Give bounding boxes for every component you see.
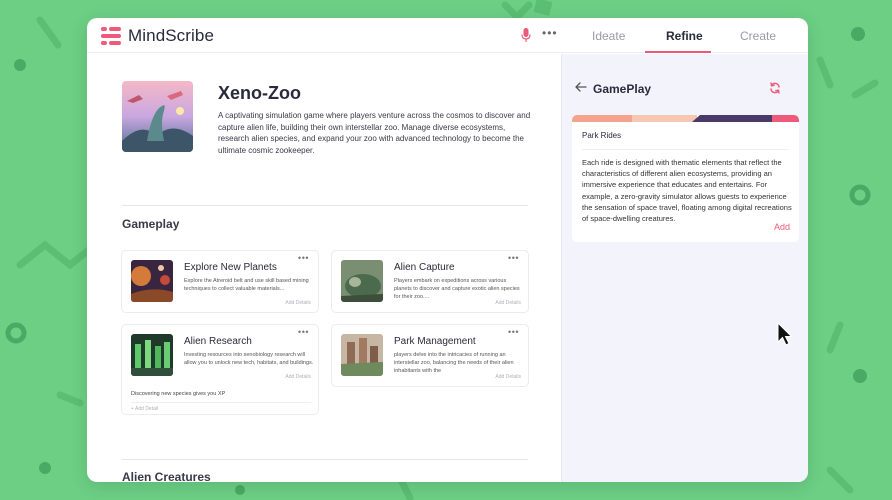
card-color-stripe xyxy=(572,115,799,122)
more-icon[interactable]: ••• xyxy=(542,26,558,40)
card-text: players delve into the intricacies of ru… xyxy=(394,352,514,374)
add-button[interactable]: Add xyxy=(774,222,790,232)
main-content: Xeno-Zoo A captivating simulation game w… xyxy=(87,54,561,482)
card-text: Investing resources into xenobiology res… xyxy=(184,352,314,366)
microphone-icon[interactable] xyxy=(521,28,531,43)
gameplay-card[interactable]: Explore New Planets Explore the Atreroid… xyxy=(121,250,319,313)
add-details-link[interactable]: Add Details xyxy=(285,300,311,306)
tab-create[interactable]: Create xyxy=(740,29,776,43)
section-divider xyxy=(122,205,528,206)
detail-divider xyxy=(131,402,311,403)
card-text: Explore the Atreroid belt and use skill … xyxy=(184,278,309,292)
active-tab-indicator xyxy=(645,51,711,53)
card-image xyxy=(341,334,383,376)
detail-divider xyxy=(582,149,789,150)
tab-ideate[interactable]: Ideate xyxy=(592,29,625,43)
card-more-icon[interactable]: ••• xyxy=(508,327,519,337)
add-detail-link[interactable]: + Add Detail xyxy=(131,406,158,412)
card-title: Explore New Planets xyxy=(184,262,277,273)
card-title: Alien Capture xyxy=(394,262,455,273)
section-title-creatures: Alien Creatures xyxy=(122,470,211,482)
top-bar: MindScribe ••• Ideate Refine Create xyxy=(87,18,808,53)
card-image xyxy=(131,334,173,376)
detail-title: Park Rides xyxy=(582,131,622,140)
app-window: MindScribe ••• Ideate Refine Create Xeno… xyxy=(87,18,808,482)
refresh-icon[interactable] xyxy=(769,82,781,94)
logo-icon xyxy=(101,27,121,45)
project-cover-image xyxy=(122,81,193,152)
cursor-icon xyxy=(777,322,793,346)
detail-card: Park Rides Each ride is designed with th… xyxy=(572,115,799,242)
app-name: MindScribe xyxy=(128,26,215,45)
add-details-link[interactable]: Add Details xyxy=(495,374,521,380)
gameplay-card[interactable]: Park Management players delve into the i… xyxy=(331,324,529,387)
tab-refine[interactable]: Refine xyxy=(666,29,703,43)
section-title-gameplay: Gameplay xyxy=(122,217,180,231)
side-panel-title: GamePlay xyxy=(593,82,652,96)
gameplay-card[interactable]: Alien Research Investing resources into … xyxy=(121,324,319,415)
add-details-link[interactable]: Add Details xyxy=(495,300,521,306)
detail-text[interactable]: Each ride is designed with thematic elem… xyxy=(582,157,792,224)
card-title: Alien Research xyxy=(184,336,252,347)
card-title: Park Management xyxy=(394,336,476,347)
card-more-icon[interactable]: ••• xyxy=(298,327,309,337)
detail-item: Discovering new species gives you XP xyxy=(131,391,226,397)
back-arrow-icon[interactable] xyxy=(575,82,587,92)
project-description: A captivating simulation game where play… xyxy=(218,111,531,155)
add-details-link[interactable]: Add Details xyxy=(285,374,311,380)
card-text: Players embark on expeditions across var… xyxy=(394,278,520,300)
side-panel: GamePlay Park Rides Each ride is designe… xyxy=(561,54,808,482)
card-more-icon[interactable]: ••• xyxy=(298,253,309,263)
card-image xyxy=(131,260,173,302)
gameplay-card[interactable]: Alien Capture Players embark on expediti… xyxy=(331,250,529,313)
project-title: Xeno-Zoo xyxy=(218,83,301,103)
card-more-icon[interactable]: ••• xyxy=(508,253,519,263)
section-divider xyxy=(122,459,528,460)
card-image xyxy=(341,260,383,302)
